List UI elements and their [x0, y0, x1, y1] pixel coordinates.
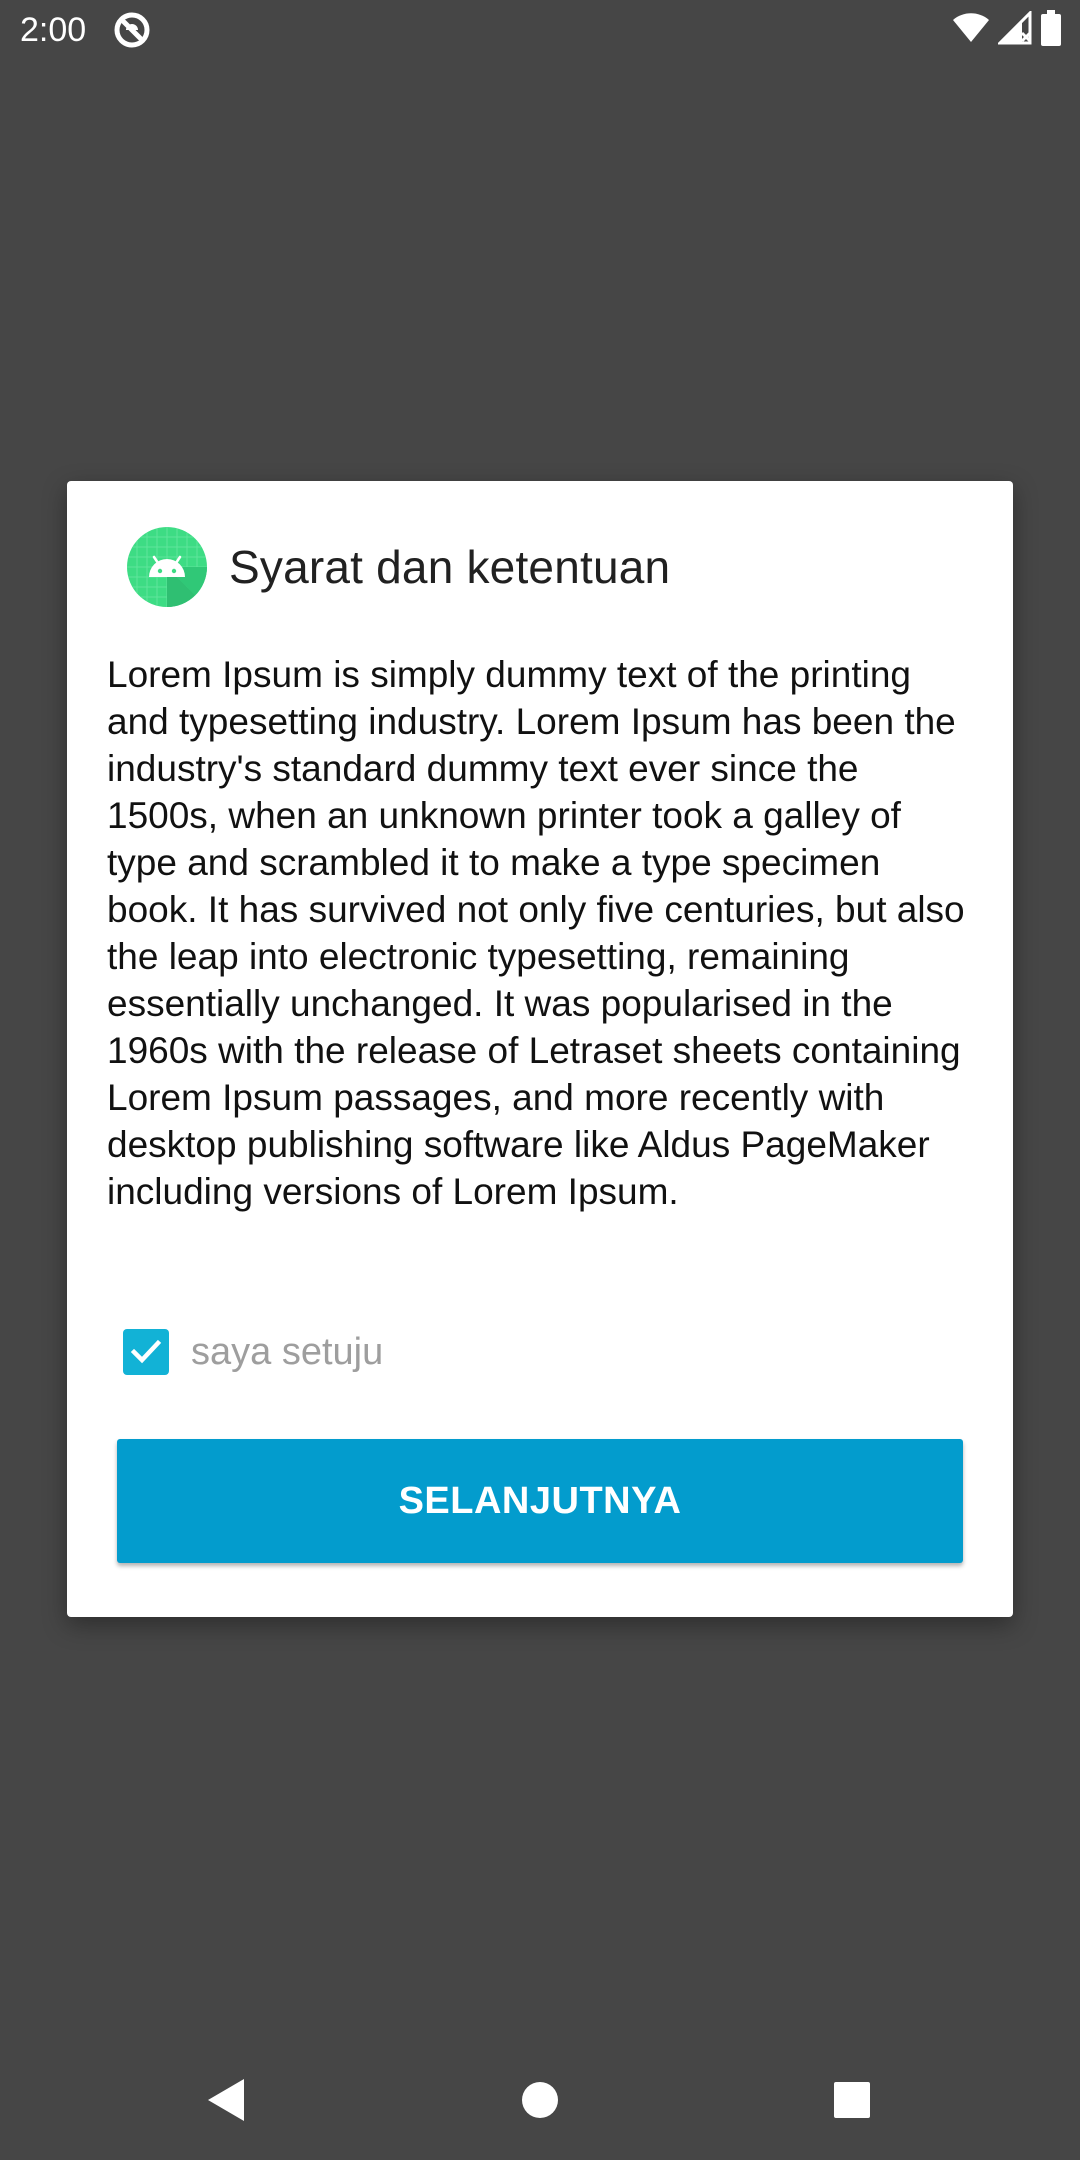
recents-icon[interactable] [822, 2070, 882, 2130]
agree-checkbox-label[interactable]: saya setuju [191, 1331, 383, 1374]
cellular-signal-icon [996, 8, 1032, 50]
android-icon [127, 527, 207, 607]
check-icon [130, 1339, 162, 1364]
agree-checkbox-row[interactable]: saya setuju [123, 1317, 383, 1387]
screen: 2:00 Syarat dan ketentuan Lorem Ipsum is… [0, 0, 1080, 2160]
dialog-title: Syarat dan ketentuan [229, 541, 671, 593]
app-notification-icon [112, 10, 152, 50]
navigation-bar [0, 2040, 1080, 2160]
back-icon[interactable] [196, 2070, 256, 2130]
agree-checkbox[interactable] [123, 1329, 169, 1375]
dialog-header: Syarat dan ketentuan [127, 525, 670, 609]
terms-dialog: Syarat dan ketentuan Lorem Ipsum is simp… [67, 481, 1013, 1617]
wifi-icon [952, 12, 990, 49]
status-bar: 2:00 [0, 0, 1080, 63]
home-icon[interactable] [510, 2070, 570, 2130]
next-button[interactable]: SELANJUTNYA [117, 1439, 963, 1563]
status-icons [952, 8, 1062, 51]
status-time: 2:00 [20, 11, 87, 49]
battery-icon [1040, 9, 1062, 51]
terms-body-text: Lorem Ipsum is simply dummy text of the … [107, 654, 965, 1212]
